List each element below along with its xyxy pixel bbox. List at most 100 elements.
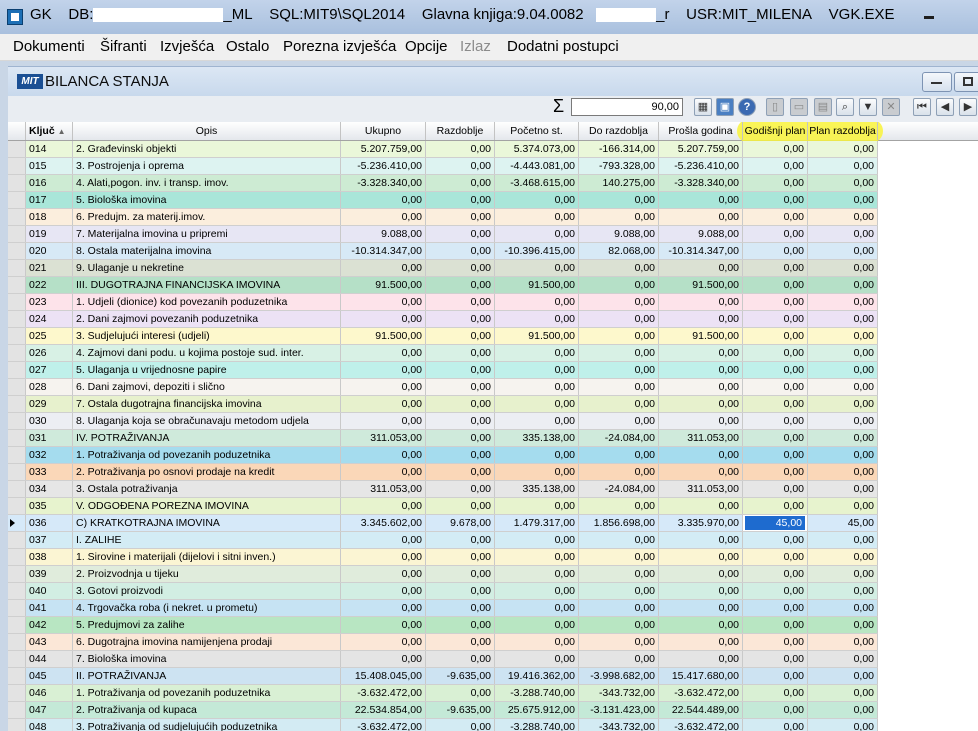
cell-opis[interactable]: 3. Gotovi proizvodi bbox=[73, 583, 341, 599]
cell-pocetno-st[interactable]: 0,00 bbox=[495, 498, 579, 514]
cell-prosla-godina[interactable]: 0,00 bbox=[659, 464, 743, 480]
cell-plan-razdoblja[interactable]: 0,00 bbox=[808, 311, 878, 327]
cell-kljuc[interactable]: 016 bbox=[26, 175, 73, 191]
open-folder-icon[interactable]: ▭ bbox=[790, 98, 808, 116]
cell-ukupno[interactable]: 22.534.854,00 bbox=[341, 702, 426, 718]
cell-godisnji-plan[interactable]: 0,00 bbox=[743, 396, 808, 412]
cell-do-razdoblja[interactable]: 9.088,00 bbox=[579, 226, 659, 242]
cell-do-razdoblja[interactable]: -3.998.682,00 bbox=[579, 668, 659, 684]
cell-kljuc[interactable]: 040 bbox=[26, 583, 73, 599]
cell-plan-razdoblja[interactable]: 0,00 bbox=[808, 481, 878, 497]
menu-opcije[interactable]: Opcije bbox=[405, 38, 448, 55]
cell-plan-razdoblja[interactable]: 0,00 bbox=[808, 141, 878, 157]
print-icon[interactable]: ▤ bbox=[814, 98, 832, 116]
cell-plan-razdoblja[interactable]: 45,00 bbox=[808, 515, 878, 531]
cell-ukupno[interactable]: 0,00 bbox=[341, 209, 426, 225]
cell-razdoblje[interactable]: 0,00 bbox=[426, 685, 495, 701]
cell-ukupno[interactable]: 9.088,00 bbox=[341, 226, 426, 242]
cell-razdoblje[interactable]: 0,00 bbox=[426, 294, 495, 310]
menu-izlaz[interactable]: Izlaz bbox=[460, 38, 491, 55]
cell-razdoblje[interactable]: 0,00 bbox=[426, 311, 495, 327]
cell-prosla-godina[interactable]: 0,00 bbox=[659, 583, 743, 599]
cell-razdoblje[interactable]: 0,00 bbox=[426, 158, 495, 174]
cell-godisnji-plan[interactable]: 0,00 bbox=[743, 175, 808, 191]
cell-prosla-godina[interactable]: 0,00 bbox=[659, 362, 743, 378]
header-prosla-godina[interactable]: Prošla godina bbox=[659, 122, 743, 140]
table-row[interactable]: 019 7. Materijalna imovina u pripremi 9.08… bbox=[8, 226, 878, 243]
cell-do-razdoblja[interactable]: 0,00 bbox=[579, 209, 659, 225]
cell-kljuc[interactable]: 031 bbox=[26, 430, 73, 446]
help-icon[interactable]: ? bbox=[738, 98, 756, 116]
cell-plan-razdoblja[interactable]: 0,00 bbox=[808, 379, 878, 395]
cell-kljuc[interactable]: 020 bbox=[26, 243, 73, 259]
cell-prosla-godina[interactable]: 0,00 bbox=[659, 566, 743, 582]
cell-ukupno[interactable]: 0,00 bbox=[341, 379, 426, 395]
cell-prosla-godina[interactable]: 0,00 bbox=[659, 396, 743, 412]
cell-pocetno-st[interactable]: 0,00 bbox=[495, 532, 579, 548]
cell-ukupno[interactable]: 0,00 bbox=[341, 617, 426, 633]
cell-plan-razdoblja[interactable]: 0,00 bbox=[808, 396, 878, 412]
cell-godisnji-plan[interactable]: 0,00 bbox=[743, 328, 808, 344]
cell-godisnji-plan[interactable]: 0,00 bbox=[743, 192, 808, 208]
cell-ukupno[interactable]: 311.053,00 bbox=[341, 481, 426, 497]
cell-opis[interactable]: V. ODGOĐENA POREZNA IMOVINA bbox=[73, 498, 341, 514]
table-row[interactable]: 048 3. Potraživanja od sudjelujućih poduz… bbox=[8, 719, 878, 731]
cell-kljuc[interactable]: 023 bbox=[26, 294, 73, 310]
cell-do-razdoblja[interactable]: 0,00 bbox=[579, 583, 659, 599]
cell-ukupno[interactable]: 0,00 bbox=[341, 413, 426, 429]
cell-plan-razdoblja[interactable]: 0,00 bbox=[808, 549, 878, 565]
cell-godisnji-plan[interactable]: 0,00 bbox=[743, 600, 808, 616]
cell-pocetno-st[interactable]: 0,00 bbox=[495, 447, 579, 463]
cell-opis[interactable]: 7. Biološka imovina bbox=[73, 651, 341, 667]
cell-prosla-godina[interactable]: 311.053,00 bbox=[659, 430, 743, 446]
cell-pocetno-st[interactable]: 0,00 bbox=[495, 260, 579, 276]
cell-pocetno-st[interactable]: 0,00 bbox=[495, 600, 579, 616]
cell-kljuc[interactable]: 028 bbox=[26, 379, 73, 395]
cell-opis[interactable]: 6. Predujm. za materij.imov. bbox=[73, 209, 341, 225]
cell-godisnji-plan[interactable]: 0,00 bbox=[743, 668, 808, 684]
header-pocetno-st[interactable]: Početno st. bbox=[495, 122, 579, 140]
cell-opis[interactable]: 7. Ostala dugotrajna financijska imovina bbox=[73, 396, 341, 412]
cell-prosla-godina[interactable]: 22.544.489,00 bbox=[659, 702, 743, 718]
cell-godisnji-plan[interactable]: 0,00 bbox=[743, 583, 808, 599]
cell-ukupno[interactable]: 0,00 bbox=[341, 600, 426, 616]
table-row[interactable]: 023 1. Udjeli (dionice) kod povezanih pod… bbox=[8, 294, 878, 311]
cell-prosla-godina[interactable]: 0,00 bbox=[659, 345, 743, 361]
menu-porezna-izvjesca[interactable]: Porezna izvješća bbox=[283, 38, 396, 55]
cell-godisnji-plan[interactable]: 0,00 bbox=[743, 413, 808, 429]
table-row[interactable]: 022 III. DUGOTRAJNA FINANCIJSKA IMOVINA 91… bbox=[8, 277, 878, 294]
cell-ukupno[interactable]: -3.632.472,00 bbox=[341, 685, 426, 701]
cell-pocetno-st[interactable]: 335.138,00 bbox=[495, 430, 579, 446]
cell-pocetno-st[interactable]: 1.479.317,00 bbox=[495, 515, 579, 531]
table-row[interactable]: 042 5. Predujmovi za zalihe 0,00 0,00 0,00 0,… bbox=[8, 617, 878, 634]
child-minimize-button[interactable] bbox=[922, 72, 952, 92]
cell-opis[interactable]: II. POTRAŽIVANJA bbox=[73, 668, 341, 684]
cell-prosla-godina[interactable]: -10.314.347,00 bbox=[659, 243, 743, 259]
cell-do-razdoblja[interactable]: 0,00 bbox=[579, 651, 659, 667]
cell-do-razdoblja[interactable]: 0,00 bbox=[579, 260, 659, 276]
cell-prosla-godina[interactable]: 0,00 bbox=[659, 294, 743, 310]
cell-razdoblje[interactable]: 0,00 bbox=[426, 634, 495, 650]
table-row[interactable]: 039 2. Proizvodnja u tijeku 0,00 0,00 0,00 0,… bbox=[8, 566, 878, 583]
table-row[interactable]: 046 1. Potraživanja od povezanih poduzetn… bbox=[8, 685, 878, 702]
cell-plan-razdoblja[interactable]: 0,00 bbox=[808, 668, 878, 684]
cell-godisnji-plan[interactable]: 0,00 bbox=[743, 345, 808, 361]
cell-ukupno[interactable]: 0,00 bbox=[341, 566, 426, 582]
cell-pocetno-st[interactable]: -3.288.740,00 bbox=[495, 719, 579, 731]
cell-godisnji-plan[interactable]: 0,00 bbox=[743, 651, 808, 667]
cell-ukupno[interactable]: 0,00 bbox=[341, 345, 426, 361]
cell-plan-razdoblja[interactable]: 0,00 bbox=[808, 328, 878, 344]
cell-prosla-godina[interactable]: 0,00 bbox=[659, 209, 743, 225]
table-row[interactable]: 021 9. Ulaganje u nekretine 0,00 0,00 0,00 0,… bbox=[8, 260, 878, 277]
cell-plan-razdoblja[interactable]: 0,00 bbox=[808, 447, 878, 463]
cell-godisnji-plan[interactable]: 0,00 bbox=[743, 617, 808, 633]
cell-ukupno[interactable]: 91.500,00 bbox=[341, 277, 426, 293]
cell-prosla-godina[interactable]: 0,00 bbox=[659, 311, 743, 327]
cell-ukupno[interactable]: 0,00 bbox=[341, 464, 426, 480]
cell-kljuc[interactable]: 017 bbox=[26, 192, 73, 208]
cell-plan-razdoblja[interactable]: 0,00 bbox=[808, 209, 878, 225]
cell-editor[interactable]: 45,00 bbox=[745, 516, 805, 530]
first-record-icon[interactable]: ⏮ bbox=[913, 98, 931, 116]
cell-kljuc[interactable]: 024 bbox=[26, 311, 73, 327]
table-row[interactable]: 025 3. Sudjelujući interesi (udjeli) 91.50… bbox=[8, 328, 878, 345]
